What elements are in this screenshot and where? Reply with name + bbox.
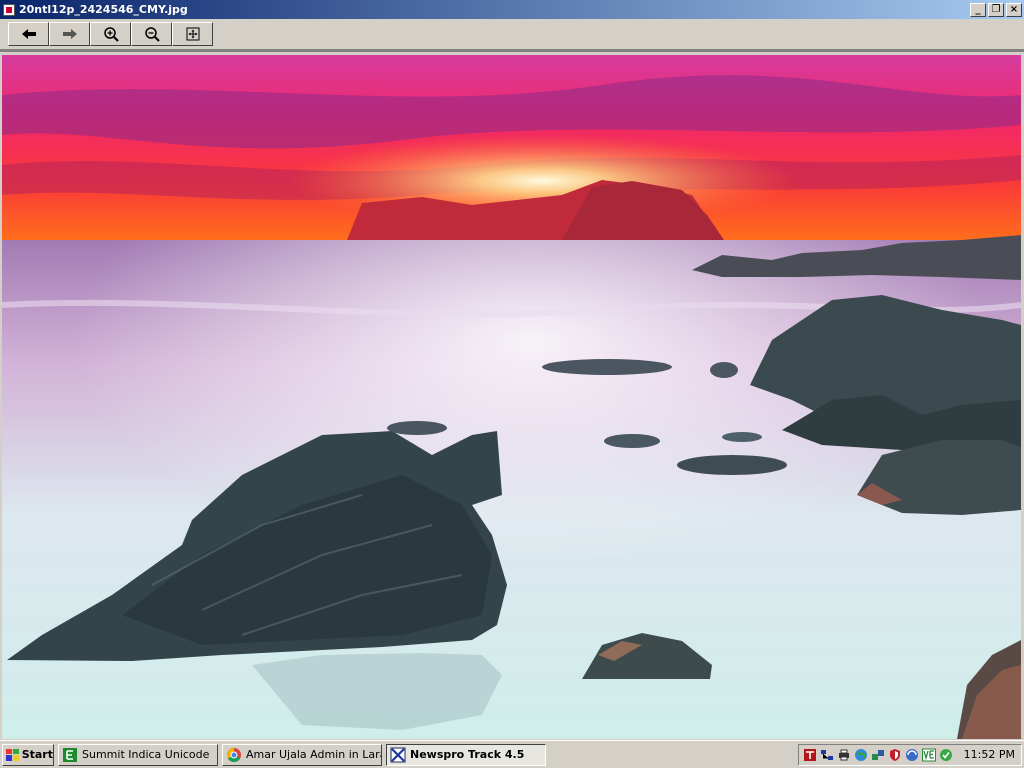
green-e-icon [63,747,77,762]
task-amar-ujala-admin[interactable]: Amar Ujala Admin in Lara... [222,743,382,766]
minimize-button[interactable]: _ [970,2,986,17]
sunset-seascape-photo [2,55,1021,739]
back-button[interactable] [8,22,49,46]
close-button[interactable]: × [1006,2,1022,17]
zoom-out-button[interactable] [131,22,172,46]
zoom-in-icon [103,27,119,42]
system-clock[interactable]: 11:52 PM [964,748,1015,761]
newspro-icon [390,747,406,762]
image-viewer-area [0,50,1024,739]
task-label: Summit Indica Unicode [82,748,210,761]
printer-icon[interactable] [837,748,851,762]
window-title-bar[interactable]: 20ntl12p_2424546_CMY.jpg _ ❐ × [0,0,1024,19]
forward-button[interactable] [49,22,90,46]
task-newspro-track[interactable]: Newspro Track 4.5 [386,743,546,766]
windows-logo-icon [6,748,19,761]
ve-icon[interactable] [921,748,936,762]
window-controls: _ ❐ × [968,2,1022,17]
window-title: 20ntl12p_2424546_CMY.jpg [19,3,188,16]
task-label: Amar Ujala Admin in Lara... [246,748,382,761]
start-label: Start [21,748,53,761]
system-tray: 11:52 PM [797,743,1022,766]
image-file-icon [3,3,15,16]
network-icon[interactable] [820,748,834,762]
viewer-toolbar [0,19,1024,50]
globe-icon[interactable] [854,748,868,762]
green-circle-icon[interactable] [939,748,953,762]
back-arrow-icon [21,29,36,39]
start-button[interactable]: Start [2,743,54,766]
maximize-button[interactable]: ❐ [988,2,1004,17]
task-summit-indica[interactable]: Summit Indica Unicode [58,743,218,766]
task-label: Newspro Track 4.5 [410,748,525,761]
fit-window-button[interactable] [172,22,213,46]
forward-arrow-icon [62,29,77,39]
monitor-icon[interactable] [905,748,919,762]
fit-to-window-icon [186,27,199,41]
network-alt-icon[interactable] [871,748,885,762]
zoom-in-button[interactable] [90,22,131,46]
shield-icon[interactable] [888,748,902,762]
red-app-icon[interactable] [803,748,817,762]
zoom-out-icon [144,27,160,42]
taskbar: Start Summit Indica Unicode Amar Ujala A… [0,740,1024,768]
chrome-icon [227,747,241,762]
